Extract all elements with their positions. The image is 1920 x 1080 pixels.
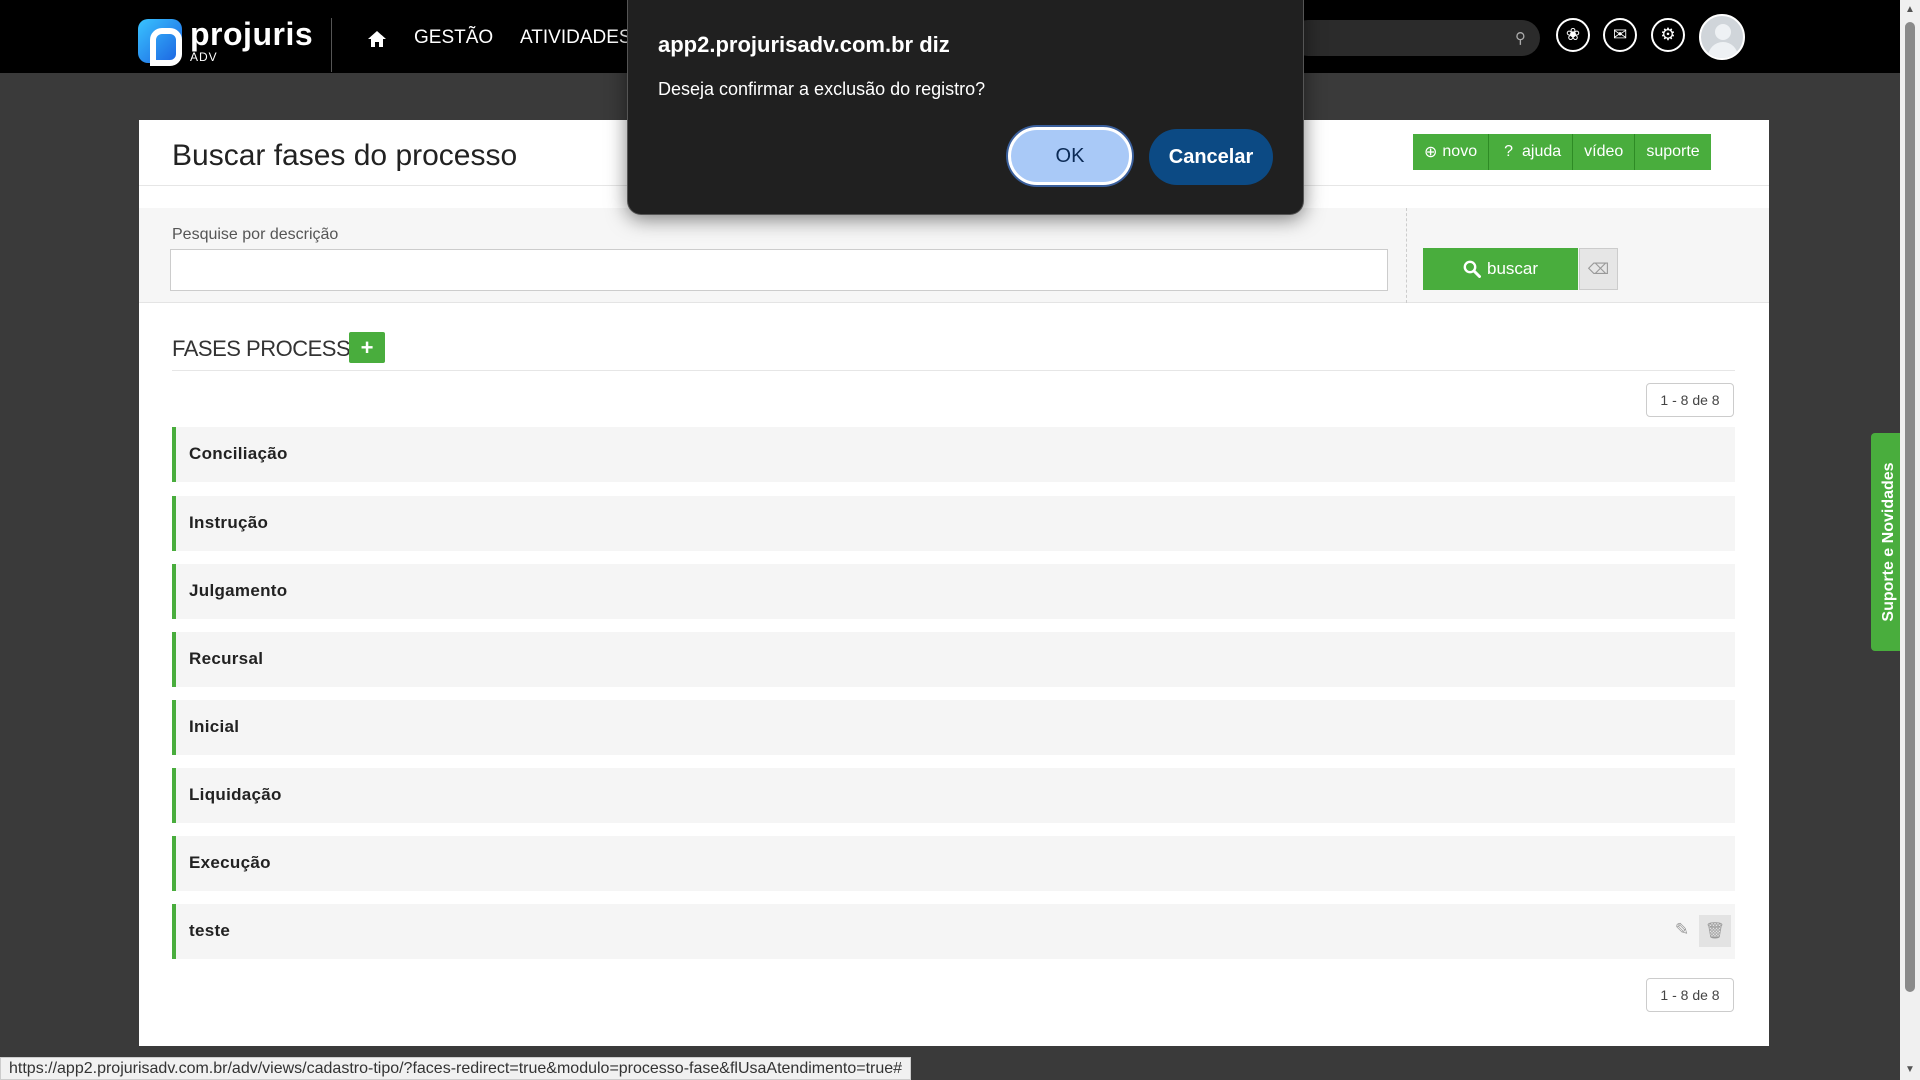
section-divider <box>172 370 1735 371</box>
list-item[interactable]: Instrução <box>172 496 1735 551</box>
user-avatar[interactable] <box>1699 14 1745 60</box>
support-news-label: Suporte e Novidades <box>1879 462 1897 622</box>
plus-icon: + <box>360 334 374 360</box>
list-item-label: teste <box>189 921 231 940</box>
gear-icon[interactable]: ⚙ <box>1651 18 1685 52</box>
ajuda-label: ajuda <box>1522 143 1562 160</box>
list-item-label: Inicial <box>189 717 240 736</box>
nav-divider <box>331 18 332 72</box>
plus-circle-icon: ⊕ <box>1424 144 1438 161</box>
list-item-label: Execução <box>189 853 271 872</box>
page-title: Buscar fases do processo <box>172 139 518 172</box>
openai-icon[interactable]: ❀ <box>1556 18 1590 52</box>
list-item[interactable]: Conciliação <box>172 427 1735 482</box>
video-button[interactable]: vídeo <box>1573 134 1636 170</box>
list-item[interactable]: Liquidação <box>172 768 1735 823</box>
pager-bottom: 1 - 8 de 8 <box>1646 978 1734 1012</box>
status-bar-url: https://app2.projurisadv.com.br/adv/view… <box>0 1057 912 1080</box>
home-icon[interactable] <box>367 30 387 48</box>
ajuda-button[interactable]: ? ajuda <box>1489 134 1574 170</box>
page-scrollbar[interactable]: ▲ ▼ <box>1900 0 1920 1080</box>
search-label: Pesquise por descrição <box>172 226 339 243</box>
question-icon: ? <box>1504 143 1514 160</box>
mail-icon[interactable]: ✉ <box>1603 18 1637 52</box>
buscar-label: buscar <box>1486 259 1539 278</box>
nav-item-atividades[interactable]: ATIVIDADES <box>520 27 632 49</box>
main-panel: Buscar fases do processo ⊕ novo ? ajuda … <box>139 120 1769 1046</box>
edit-icon[interactable]: ✎ <box>1671 920 1693 942</box>
search-icon[interactable]: ⚲ <box>1515 29 1526 47</box>
magnifier-icon <box>1463 260 1481 278</box>
list-item[interactable]: Execução <box>172 836 1735 891</box>
top-actions: ⊕ novo ? ajuda vídeo suporte <box>1413 134 1711 170</box>
projuris-logo[interactable]: projuris ADV <box>138 16 314 66</box>
novo-label: novo <box>1442 143 1478 160</box>
scroll-thumb[interactable] <box>1905 22 1915 992</box>
section-title: FASES PROCESSO <box>172 336 367 361</box>
confirm-dialog: app2.projurisadv.com.br diz Deseja confi… <box>627 0 1304 215</box>
list-item[interactable]: Inicial <box>172 700 1735 755</box>
dialog-message: Deseja confirmar a exclusão do registro? <box>658 79 986 99</box>
scroll-up-icon[interactable]: ▲ <box>1905 4 1915 15</box>
description-search-input[interactable] <box>170 249 1388 291</box>
clear-search-button[interactable]: ⌫ <box>1579 248 1618 290</box>
list-item-label: Julgamento <box>189 581 288 600</box>
list-item-label: Liquidação <box>189 785 282 804</box>
pager-top: 1 - 8 de 8 <box>1646 383 1734 417</box>
logo-name: projuris <box>190 16 314 52</box>
search-area: Pesquise por descrição buscar ⌫ <box>139 208 1769 303</box>
logo-mark-icon <box>138 18 182 66</box>
list-item[interactable]: Recursal <box>172 632 1735 687</box>
backspace-icon: ⌫ <box>1587 261 1610 278</box>
list-item[interactable]: Julgamento <box>172 564 1735 619</box>
scroll-down-icon[interactable]: ▼ <box>1905 1064 1915 1075</box>
add-phase-button[interactable]: + <box>349 332 385 363</box>
list-item-label: Instrução <box>189 513 269 532</box>
list-item-label: Conciliação <box>189 444 288 463</box>
list-item-label: Recursal <box>189 649 264 668</box>
trash-icon[interactable]: 🗑 <box>1699 915 1731 947</box>
cancel-button[interactable]: Cancelar <box>1149 129 1273 185</box>
ok-button[interactable]: OK <box>1008 127 1132 185</box>
nav-item-gestao[interactable]: GESTÃO <box>414 27 493 49</box>
buscar-button[interactable]: buscar <box>1423 248 1578 290</box>
list-item[interactable]: teste ✎ 🗑 <box>172 904 1735 959</box>
dashed-divider <box>1406 208 1407 303</box>
logo-sub: ADV <box>190 50 218 64</box>
global-search-input[interactable]: ⚲ <box>1290 20 1540 56</box>
novo-button[interactable]: ⊕ novo <box>1413 134 1490 170</box>
dialog-title: app2.projurisadv.com.br diz <box>658 32 950 57</box>
suporte-button[interactable]: suporte <box>1635 134 1711 170</box>
